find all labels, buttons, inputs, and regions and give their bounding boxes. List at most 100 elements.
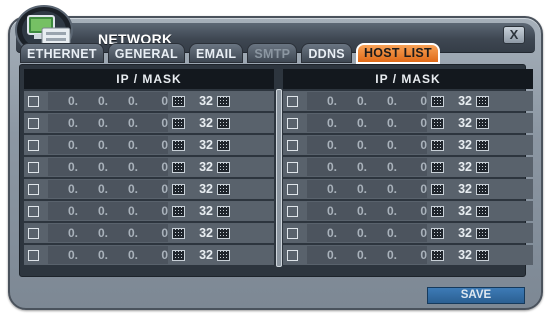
mask-keypad-icon[interactable]: [476, 139, 489, 151]
tab-ddns[interactable]: DDNS: [301, 43, 352, 63]
host-entry-checkbox[interactable]: [28, 249, 39, 261]
host-entry-checkbox[interactable]: [28, 183, 39, 195]
tab-host-list[interactable]: HOST LIST: [355, 43, 440, 64]
subnet-mask-field[interactable]: 32: [191, 204, 213, 218]
save-button[interactable]: SAVE: [427, 287, 525, 304]
host-entry-checkbox[interactable]: [28, 117, 39, 129]
ip-keypad-icon[interactable]: [172, 249, 185, 261]
ip-keypad-icon[interactable]: [172, 205, 185, 217]
mask-keypad-icon[interactable]: [217, 183, 230, 195]
ip-address-field[interactable]: 0. 0. 0. 0: [307, 224, 427, 242]
ip-octet: 0: [420, 160, 427, 174]
tab-ethernet[interactable]: ETHERNET: [20, 43, 104, 63]
ip-address-field[interactable]: 0. 0. 0. 0: [307, 92, 427, 110]
mask-keypad-icon[interactable]: [217, 227, 230, 239]
mask-keypad-icon[interactable]: [217, 205, 230, 217]
ip-address-field[interactable]: 0. 0. 0. 0: [48, 92, 168, 110]
host-entry-checkbox[interactable]: [28, 139, 39, 151]
ip-keypad-icon[interactable]: [431, 117, 444, 129]
host-entry-row: 0. 0. 0. 0 32: [283, 91, 533, 111]
close-button[interactable]: X: [503, 26, 525, 44]
host-entry-checkbox[interactable]: [287, 183, 298, 195]
ip-keypad-icon[interactable]: [431, 227, 444, 239]
ip-address-field[interactable]: 0. 0. 0. 0: [48, 136, 168, 154]
ip-octet: 0.: [67, 182, 78, 196]
mask-keypad-icon[interactable]: [476, 183, 489, 195]
ip-octet: 0.: [356, 116, 367, 130]
host-entry-row: 0. 0. 0. 0 32: [24, 201, 274, 221]
mask-keypad-icon[interactable]: [476, 227, 489, 239]
ip-keypad-icon[interactable]: [172, 227, 185, 239]
host-entry-checkbox[interactable]: [287, 117, 298, 129]
ip-keypad-icon[interactable]: [431, 161, 444, 173]
subnet-mask-field[interactable]: 32: [191, 182, 213, 196]
subnet-mask-field[interactable]: 32: [450, 204, 472, 218]
host-entry-checkbox[interactable]: [28, 227, 39, 239]
ip-address-field[interactable]: 0. 0. 0. 0: [48, 180, 168, 198]
ip-octet: 0: [161, 160, 168, 174]
subnet-mask-field[interactable]: 32: [450, 182, 472, 196]
mask-keypad-icon[interactable]: [217, 249, 230, 261]
subnet-mask-field[interactable]: 32: [191, 138, 213, 152]
ip-address-field[interactable]: 0. 0. 0. 0: [307, 114, 427, 132]
ip-address-field[interactable]: 0. 0. 0. 0: [48, 224, 168, 242]
ip-octet: 0.: [127, 182, 138, 196]
subnet-mask-field[interactable]: 32: [191, 226, 213, 240]
scrollbar[interactable]: [276, 89, 282, 267]
ip-keypad-icon[interactable]: [431, 249, 444, 261]
subnet-mask-field[interactable]: 32: [191, 94, 213, 108]
ip-address-field[interactable]: 0. 0. 0. 0: [48, 246, 168, 264]
subnet-mask-field[interactable]: 32: [191, 116, 213, 130]
subnet-mask-field[interactable]: 32: [450, 94, 472, 108]
ip-keypad-icon[interactable]: [172, 161, 185, 173]
ip-octet: 0.: [356, 248, 367, 262]
tab-email[interactable]: EMAIL: [188, 43, 244, 63]
mask-keypad-icon[interactable]: [217, 139, 230, 151]
ip-keypad-icon[interactable]: [172, 139, 185, 151]
subnet-mask-field[interactable]: 32: [191, 160, 213, 174]
ip-keypad-icon[interactable]: [431, 183, 444, 195]
mask-keypad-icon[interactable]: [476, 249, 489, 261]
mask-keypad-icon[interactable]: [217, 161, 230, 173]
ip-address-field[interactable]: 0. 0. 0. 0: [307, 180, 427, 198]
subnet-mask-field[interactable]: 32: [450, 138, 472, 152]
host-entry-checkbox[interactable]: [28, 161, 39, 173]
ip-address-field[interactable]: 0. 0. 0. 0: [307, 136, 427, 154]
ip-octet: 0.: [67, 204, 78, 218]
host-entry-checkbox[interactable]: [287, 227, 298, 239]
ip-address-field[interactable]: 0. 0. 0. 0: [307, 202, 427, 220]
mask-keypad-icon[interactable]: [476, 95, 489, 107]
ip-keypad-icon[interactable]: [172, 117, 185, 129]
subnet-mask-field[interactable]: 32: [450, 226, 472, 240]
mask-keypad-icon[interactable]: [476, 117, 489, 129]
ip-address-field[interactable]: 0. 0. 0. 0: [307, 246, 427, 264]
ip-keypad-icon[interactable]: [172, 95, 185, 107]
subnet-mask-field[interactable]: 32: [450, 160, 472, 174]
ip-octet: 0.: [326, 226, 337, 240]
mask-keypad-icon[interactable]: [476, 205, 489, 217]
host-entry-checkbox[interactable]: [28, 95, 39, 107]
ip-address-field[interactable]: 0. 0. 0. 0: [48, 202, 168, 220]
ip-octet: 0.: [386, 138, 397, 152]
mask-keypad-icon[interactable]: [476, 161, 489, 173]
host-entry-checkbox[interactable]: [287, 161, 298, 173]
host-entry-checkbox[interactable]: [287, 205, 298, 217]
ip-keypad-icon[interactable]: [431, 139, 444, 151]
subnet-mask-field[interactable]: 32: [191, 248, 213, 262]
ip-address-field[interactable]: 0. 0. 0. 0: [48, 114, 168, 132]
mask-keypad-icon[interactable]: [217, 117, 230, 129]
ip-address-field[interactable]: 0. 0. 0. 0: [48, 158, 168, 176]
mask-keypad-icon[interactable]: [217, 95, 230, 107]
ip-keypad-icon[interactable]: [172, 183, 185, 195]
ip-keypad-icon[interactable]: [431, 205, 444, 217]
ip-address-field[interactable]: 0. 0. 0. 0: [307, 158, 427, 176]
ip-octet: 0: [420, 248, 427, 262]
host-entry-checkbox[interactable]: [28, 205, 39, 217]
subnet-mask-field[interactable]: 32: [450, 116, 472, 130]
host-entry-checkbox[interactable]: [287, 249, 298, 261]
ip-keypad-icon[interactable]: [431, 95, 444, 107]
subnet-mask-field[interactable]: 32: [450, 248, 472, 262]
host-entry-checkbox[interactable]: [287, 95, 298, 107]
tab-general[interactable]: GENERAL: [107, 43, 185, 63]
host-entry-checkbox[interactable]: [287, 139, 298, 151]
